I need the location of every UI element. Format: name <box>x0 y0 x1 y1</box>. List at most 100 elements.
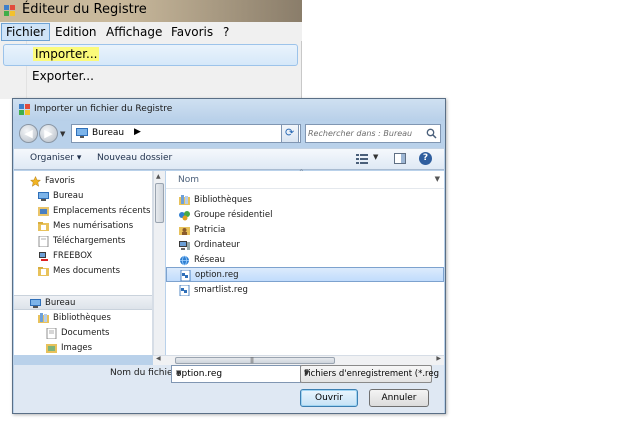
menu-item-importer[interactable]: Importer... <box>3 44 298 66</box>
libraries-icon <box>179 195 190 205</box>
scroll-right-icon[interactable]: ▶ <box>436 355 441 362</box>
dialog-titlebar: Importer un fichier du Registre <box>13 99 445 121</box>
column-chevron-icon[interactable]: ▼ <box>435 175 440 183</box>
navigation-scrollbar[interactable]: ▲ <box>153 171 165 355</box>
registry-title: Éditeur du Registre <box>22 2 147 17</box>
sort-indicator-icon: ⌃ <box>298 168 305 177</box>
preview-pane-icon[interactable] <box>394 153 406 164</box>
menu-help[interactable]: ? <box>218 23 234 41</box>
nav-item-documents[interactable]: Documents <box>14 326 152 341</box>
menu-fichier[interactable]: Fichier <box>1 23 51 41</box>
cancel-button[interactable]: Annuler <box>369 389 429 407</box>
menu-edition[interactable]: Edition <box>50 23 102 41</box>
views-icon[interactable] <box>356 153 368 164</box>
filename-dropdown-icon[interactable]: ▼ <box>176 369 297 377</box>
column-nom[interactable]: Nom <box>178 175 199 185</box>
desktop-icon <box>38 192 49 201</box>
scrollbar-thumb[interactable] <box>155 183 164 223</box>
images-icon <box>46 344 57 353</box>
address-row: ◀ ▶ ▼ Bureau ▶ ▼ ⟳ <box>17 122 441 146</box>
nav-item-freebox[interactable]: FREEBOX <box>14 249 152 264</box>
file-item-label: Groupe résidentiel <box>194 210 273 220</box>
filename-input[interactable]: option.reg ▼ <box>171 365 301 383</box>
nav-item-label: Images <box>61 343 93 353</box>
search-box[interactable] <box>305 124 441 143</box>
new-folder-button[interactable]: Nouveau dossier <box>97 153 172 163</box>
nav-item-label: Emplacements récents <box>53 206 151 216</box>
computer-icon <box>179 241 190 250</box>
scroll-up-icon[interactable]: ▲ <box>156 173 161 180</box>
homegroup-icon <box>179 211 190 221</box>
file-item-smartlist-reg[interactable]: smartlist.reg <box>166 283 444 298</box>
nav-item-label: Bibliothèques <box>53 313 111 323</box>
reg-file-icon <box>180 270 191 281</box>
star-icon <box>30 176 41 187</box>
nav-item-images[interactable]: Images <box>14 341 152 355</box>
file-item-option-reg[interactable]: option.reg <box>166 267 444 282</box>
dialog-toolbar: Organiser ▾ Nouveau dossier ▼ ? <box>14 148 444 170</box>
scrollbar-thumb[interactable]: ||| <box>175 357 335 364</box>
nav-item-bureau-root[interactable]: Bureau <box>14 295 152 310</box>
nav-item-bureau[interactable]: Bureau <box>14 189 152 204</box>
documents-icon <box>46 328 57 339</box>
nav-item-telechargements[interactable]: Téléchargements <box>14 234 152 249</box>
file-item-label: Réseau <box>194 255 226 265</box>
file-item-patricia[interactable]: Patricia <box>166 223 444 238</box>
file-item-groupe-residentiel[interactable]: Groupe résidentiel <box>166 208 444 223</box>
network-icon <box>180 255 189 266</box>
forward-button[interactable]: ▶ <box>39 124 58 143</box>
views-chevron-icon[interactable]: ▼ <box>373 153 378 161</box>
menu-affichage[interactable]: Affichage <box>101 23 167 41</box>
nav-item-bibliotheques[interactable]: Bibliothèques <box>14 311 152 326</box>
scroll-left-icon[interactable]: ◀ <box>156 355 161 362</box>
menu-favoris[interactable]: Favoris <box>166 23 218 41</box>
registry-titlebar: Éditeur du Registre <box>0 0 302 22</box>
libraries-icon <box>38 313 49 323</box>
nav-item-emplacements-recents[interactable]: Emplacements récents <box>14 204 152 219</box>
file-item-reseau[interactable]: Réseau <box>166 253 444 268</box>
import-dialog: Importer un fichier du Registre ◀ ▶ ▼ Bu… <box>12 98 446 414</box>
address-separator-icon[interactable]: ▶ <box>134 127 141 137</box>
file-item-bibliotheques[interactable]: Bibliothèques <box>166 193 444 208</box>
file-list-pane: Nom ⌃ ▼ Bibliothèques Groupe résidentiel… <box>166 168 444 355</box>
file-item-label: Patricia <box>194 225 226 235</box>
refresh-button[interactable]: ⟳ <box>281 124 299 143</box>
organiser-button[interactable]: Organiser ▾ <box>30 153 81 163</box>
registry-menubar: Fichier Edition Affichage Favoris ? <box>0 22 302 42</box>
search-icon <box>426 128 437 139</box>
nav-item-label: Bureau <box>45 298 76 308</box>
nav-item-label: Documents <box>61 328 110 338</box>
nav-item-mes-numerisations[interactable]: Mes numérisations <box>14 219 152 234</box>
fichier-dropdown-menu: Importer... Exporter... <box>0 41 302 99</box>
horizontal-scrollbar[interactable]: ◀ ||| ▶ <box>153 355 444 365</box>
user-folder-icon <box>179 227 190 235</box>
nav-item-label: Bureau <box>53 191 84 201</box>
nav-item-favoris[interactable]: Favoris <box>14 174 152 189</box>
registry-editor-icon <box>19 104 30 115</box>
menu-item-exporter[interactable]: Exporter... <box>32 69 94 83</box>
documents-icon <box>38 267 49 276</box>
reg-file-icon <box>179 285 190 296</box>
menu-item-importer-label: Importer... <box>33 47 100 61</box>
dialog-title: Importer un fichier du Registre <box>34 104 173 114</box>
help-icon[interactable]: ? <box>419 152 432 165</box>
address-current[interactable]: Bureau <box>92 128 124 138</box>
downloads-icon <box>38 236 49 247</box>
grip-icon: ||| <box>250 357 254 364</box>
filetype-dropdown-icon[interactable]: ▼ <box>304 369 428 377</box>
file-item-label: Ordinateur <box>194 240 240 250</box>
search-input[interactable] <box>308 127 424 140</box>
file-item-ordinateur[interactable]: Ordinateur <box>166 238 444 253</box>
file-item-label: Bibliothèques <box>194 195 252 205</box>
back-button[interactable]: ◀ <box>19 124 38 143</box>
nav-item-label: Téléchargements <box>53 236 126 246</box>
desktop-icon <box>76 128 88 138</box>
file-item-label: smartlist.reg <box>194 285 248 295</box>
recent-places-icon <box>38 207 49 216</box>
filetype-select[interactable]: Fichiers d'enregistrement (*.reg ▼ <box>300 365 439 383</box>
open-button[interactable]: Ouvrir <box>300 389 358 407</box>
address-bar[interactable]: Bureau ▶ ▼ <box>71 124 301 143</box>
nav-item-mes-documents[interactable]: Mes documents <box>14 264 152 279</box>
recent-locations-chevron-icon[interactable]: ▼ <box>60 130 68 138</box>
column-header: Nom ⌃ ▼ <box>166 168 444 189</box>
